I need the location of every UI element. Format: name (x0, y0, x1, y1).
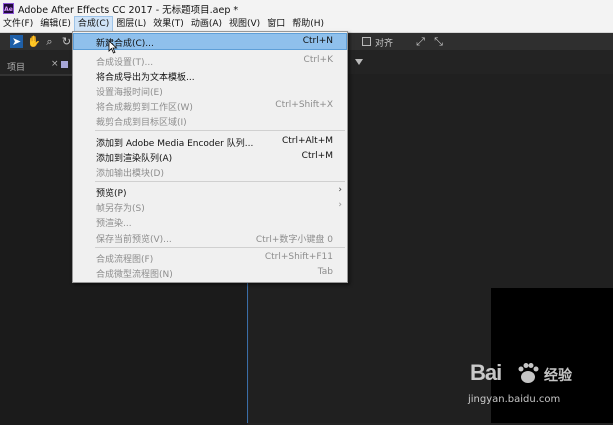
expand-icon[interactable]: ⤢ (414, 35, 427, 48)
menu-item-add-to-media-encoder[interactable]: 添加到 Adobe Media Encoder 队列... Ctrl+Alt+M (74, 134, 346, 149)
menu-separator (95, 130, 345, 131)
menu-item-trim-to-work-area[interactable]: 将合成裁剪到工作区(W) Ctrl+Shift+X (74, 98, 346, 113)
watermark-brand: 经验 (544, 368, 572, 384)
window-title: Adobe After Effects CC 2017 - 无标题项目.aep … (18, 4, 239, 16)
menu-item-composition-settings[interactable]: 合成设置(T)... Ctrl+K (74, 53, 346, 68)
menu-item-composition-flowchart[interactable]: 合成流程图(F) Ctrl+Shift+F11 (74, 250, 346, 265)
menu-item-pre-render[interactable]: 预渲染... (74, 214, 346, 229)
panel-menu-arrow-icon[interactable] (355, 59, 363, 65)
menu-window[interactable]: 窗口 (264, 17, 288, 32)
baidu-jingyan-watermark: Bai 经验 jingyan.baidu.com (466, 356, 606, 416)
menu-separator (95, 247, 345, 248)
menu-item-set-poster-time[interactable]: 设置海报时间(E) (74, 83, 346, 98)
paw-icon (518, 363, 539, 383)
menu-edit[interactable]: 编辑(E) (37, 17, 74, 32)
zoom-tool-icon[interactable]: ⌕ (43, 35, 56, 48)
hand-tool-icon[interactable]: ✋ (27, 35, 41, 48)
menu-item-add-to-render-queue[interactable]: 添加到渲染队列(A) Ctrl+M (74, 149, 346, 164)
composition-menu-dropdown: 新建合成(C)... Ctrl+N 合成设置(T)... Ctrl+K 将合成导… (72, 31, 348, 283)
selection-tool-icon[interactable]: ➤ (10, 35, 23, 48)
menu-item-add-output-module[interactable]: 添加输出模块(D) (74, 164, 346, 179)
close-icon[interactable]: × (51, 59, 59, 69)
snap-checkbox[interactable] (362, 37, 371, 46)
panel-color-icon (61, 61, 68, 68)
menu-item-preview[interactable]: 预览(P) › (74, 184, 346, 199)
watermark-url: jingyan.baidu.com (468, 394, 561, 405)
after-effects-icon: Ae (3, 3, 14, 14)
menu-layer[interactable]: 图层(L) (113, 17, 149, 32)
menu-item-mini-flowchart[interactable]: 合成微型流程图(N) Tab (74, 265, 346, 280)
submenu-arrow-icon: › (338, 185, 342, 195)
menu-separator (95, 181, 345, 182)
menu-help[interactable]: 帮助(H) (289, 17, 327, 32)
project-panel-tab[interactable]: 项目 (7, 60, 25, 73)
mouse-cursor-icon (108, 40, 118, 54)
title-bar: Ae Adobe After Effects CC 2017 - 无标题项目.a… (0, 0, 613, 17)
submenu-arrow-icon: › (338, 200, 342, 210)
composition-panel-header (352, 55, 613, 74)
menu-composition[interactable]: 合成(C) (73, 16, 114, 33)
collapse-icon[interactable]: ⤡ (432, 35, 445, 48)
menu-item-save-current-preview[interactable]: 保存当前预览(V)... Ctrl+数字小键盘 0 (74, 230, 346, 245)
watermark-logo: Bai (470, 360, 502, 385)
snap-label: 对齐 (375, 39, 394, 49)
menu-animation[interactable]: 动画(A) (188, 17, 225, 32)
menu-effect[interactable]: 效果(T) (150, 17, 187, 32)
menu-item-crop-to-region[interactable]: 裁剪合成到目标区域(I) (74, 113, 346, 128)
menu-file[interactable]: 文件(F) (0, 17, 36, 32)
menu-view[interactable]: 视图(V) (226, 17, 263, 32)
menu-item-save-frame-as[interactable]: 帧另存为(S) › (74, 199, 346, 214)
menu-item-export-text-template[interactable]: 将合成导出为文本模板... (74, 68, 346, 83)
